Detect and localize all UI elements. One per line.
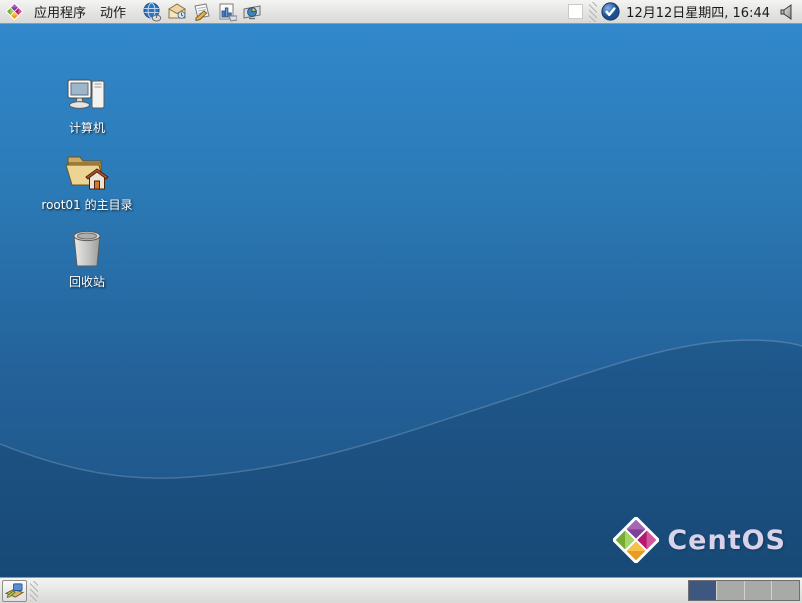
computer-icon [65,76,109,116]
centos-watermark: CentOS [613,517,786,563]
centos-logo-icon [613,517,659,563]
home-folder-icon [64,153,110,193]
panel-drag-handle[interactable] [30,581,38,601]
desktop-icon-home[interactable]: root01 的主目录 [31,153,143,213]
show-desktop-icon [5,582,24,599]
desktop-icon-label: root01 的主目录 [41,196,132,213]
menu-applications-label: 应用程序 [34,2,86,21]
envelope-icon [167,2,187,22]
update-notifier-icon[interactable] [601,2,620,21]
workspace-3[interactable] [745,581,773,600]
presentation-launcher[interactable] [239,1,264,23]
desktop-surface[interactable]: 计算机 root01 的主目录 [0,24,802,577]
spreadsheet-launcher[interactable] [214,1,239,23]
menu-applications[interactable]: 应用程序 [27,1,93,23]
pie-screen-icon [242,2,262,22]
desktop-icon-label: 计算机 [69,119,105,136]
desktop-icon-trash[interactable]: 回收站 [31,230,143,290]
menu-actions[interactable]: 动作 [93,1,133,23]
centos-brand-text: CentOS [667,525,786,556]
workspace-1[interactable] [689,581,717,600]
centos-desktop: 应用程序 动作 [0,0,802,603]
centos-menu-icon [6,3,23,20]
top-panel: 应用程序 动作 [0,0,802,24]
desktop-icon-label: 回收站 [69,273,105,290]
applet-drag-handle[interactable] [589,2,597,22]
bottom-panel [0,577,802,603]
workspace-4[interactable] [772,581,799,600]
notification-tray-square[interactable] [568,4,583,19]
clock-applet[interactable]: 12月12日星期四, 16:44 [626,2,770,21]
tray-area: 12月12日星期四, 16:44 [568,2,802,22]
globe-icon [142,2,162,22]
launcher-group [139,1,264,23]
desktop-icon-computer[interactable]: 计算机 [31,76,143,136]
menu-actions-label: 动作 [100,2,126,21]
volume-icon[interactable] [778,3,796,21]
chart-sheet-icon [217,2,237,22]
word-processor-launcher[interactable] [189,1,214,23]
workspace-2[interactable] [717,581,745,600]
trash-icon [67,230,107,270]
workspace-switcher [688,580,800,601]
email-launcher[interactable] [164,1,189,23]
web-browser-launcher[interactable] [139,1,164,23]
show-desktop-button[interactable] [2,580,27,602]
document-pencil-icon [192,2,212,22]
